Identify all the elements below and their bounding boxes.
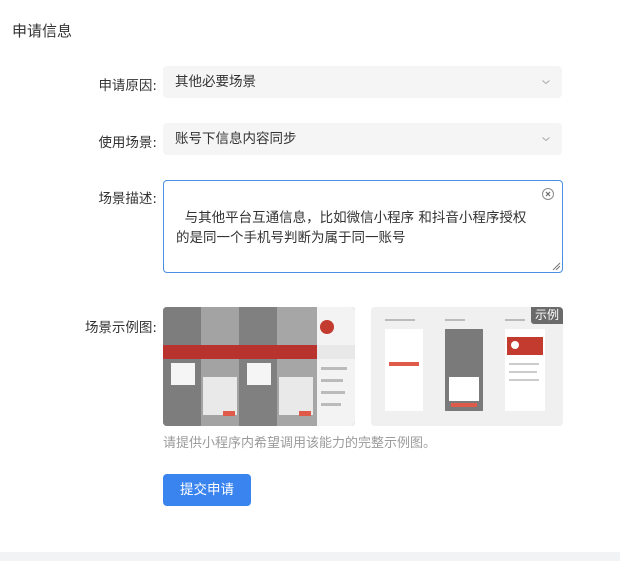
example-badge: 示例 <box>531 307 563 324</box>
example-image-2[interactable]: 示例 <box>371 307 563 426</box>
description-textarea[interactable]: 与其他平台互通信息，比如微信小程序 和抖音小程序授权的是同一个手机号判断为属于同… <box>163 180 563 273</box>
description-label: 场景描述: <box>98 191 157 207</box>
example-flow-image <box>371 307 563 426</box>
chevron-down-icon <box>542 137 550 142</box>
example-image-1[interactable] <box>163 307 355 426</box>
scenario-select-value: 账号下信息内容同步 <box>175 131 297 147</box>
scenario-select[interactable]: 账号下信息内容同步 <box>163 123 562 155</box>
example-screenshots-image <box>163 307 355 426</box>
scenario-label: 使用场景: <box>98 135 157 151</box>
submit-button[interactable]: 提交申请 <box>163 474 251 506</box>
resize-handle-icon[interactable] <box>551 261 561 271</box>
chevron-down-icon <box>542 80 550 85</box>
reason-select-value: 其他必要场景 <box>175 74 256 90</box>
description-text: 与其他平台互通信息，比如微信小程序 和抖音小程序授权的是同一个手机号判断为属于同… <box>176 210 527 246</box>
reason-select[interactable]: 其他必要场景 <box>163 66 562 98</box>
clear-icon[interactable] <box>542 188 554 200</box>
page-bottom-divider <box>0 552 620 561</box>
section-title: 申请信息 <box>12 22 73 40</box>
reason-label: 申请原因: <box>98 78 157 94</box>
examples-label: 场景示例图: <box>84 320 157 336</box>
examples-hint: 请提供小程序内希望调用该能力的完整示例图。 <box>163 436 437 451</box>
